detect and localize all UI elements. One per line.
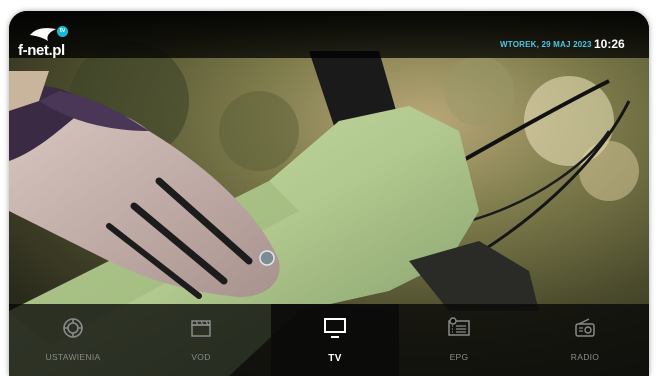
- bottom-nav: USTAWIENIA VOD TV EPG RADIO: [9, 304, 649, 376]
- program-guide-icon: [447, 317, 471, 339]
- tv-monitor-icon: [323, 317, 347, 339]
- logo-tv-badge: tv: [57, 26, 68, 37]
- nav-label: RADIO: [570, 352, 600, 362]
- logo-text: f-net.pl: [18, 42, 65, 59]
- nav-label: TV: [328, 353, 342, 364]
- clapperboard-icon: [189, 317, 213, 339]
- nav-label: VOD: [191, 352, 211, 362]
- nav-item-tv[interactable]: TV: [271, 304, 399, 376]
- radio-icon: [573, 317, 597, 339]
- date-label: WTOREK, 29 MAJ 2023: [500, 40, 592, 49]
- top-bar: tv f-net.pl WTOREK, 29 MAJ 2023 10:26: [9, 11, 649, 59]
- settings-gear-icon: [61, 317, 85, 339]
- nav-item-radio[interactable]: RADIO: [521, 304, 649, 376]
- nav-label: EPG: [449, 352, 469, 362]
- nav-item-epg[interactable]: EPG: [395, 304, 523, 376]
- clock-time: 10:26: [594, 37, 625, 51]
- nav-label: USTAWIENIA: [45, 352, 101, 362]
- nav-item-ustawienia[interactable]: USTAWIENIA: [9, 304, 137, 376]
- tv-screen: tv f-net.pl WTOREK, 29 MAJ 2023 10:26 US…: [9, 11, 649, 376]
- nav-item-vod[interactable]: VOD: [137, 304, 265, 376]
